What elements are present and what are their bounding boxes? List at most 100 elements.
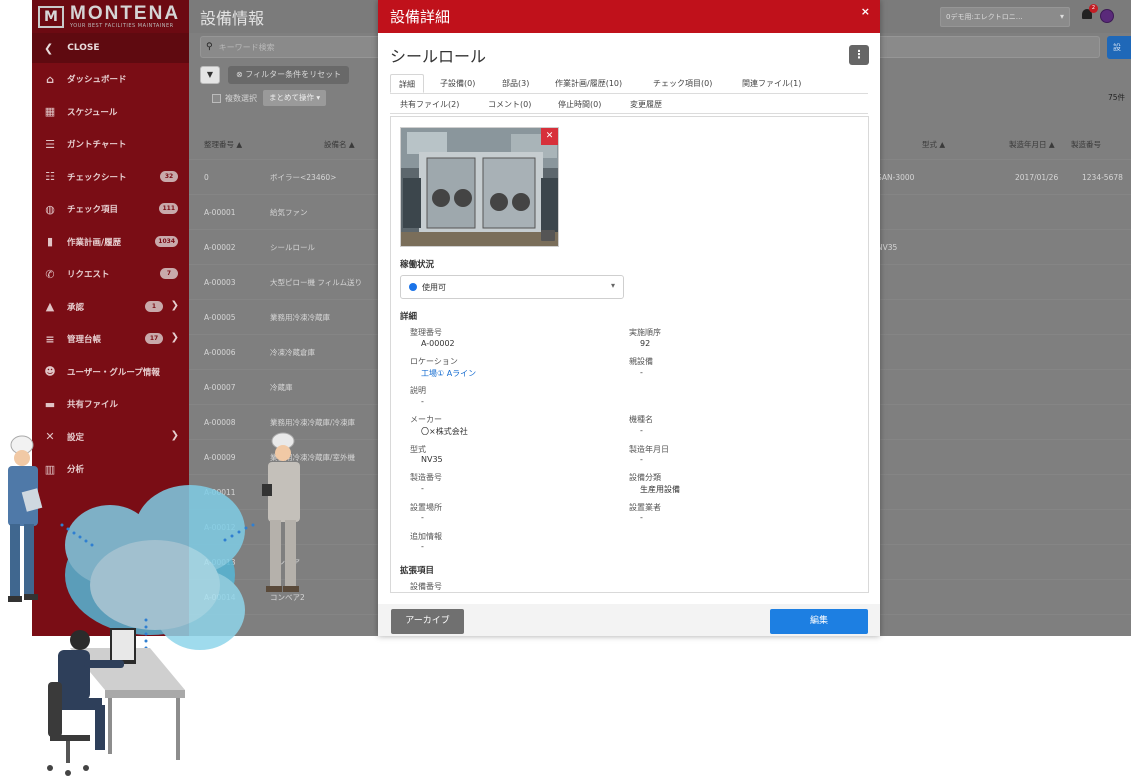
cell: A-00013 [204, 557, 236, 567]
nav-item-schedule[interactable]: ▦ スケジュール [32, 96, 189, 129]
cell: A-00009 [204, 452, 236, 462]
cell: A-00008 [204, 417, 236, 427]
nav-item-request[interactable]: ✆ リクエスト 7 [32, 258, 189, 291]
tab-related-files[interactable]: 関連ファイル(1) [742, 74, 801, 93]
chevron-left-icon: ❮ [44, 41, 54, 55]
nav-item-work-plan[interactable]: ▮ 作業計画/履歴 1034 [32, 226, 189, 259]
count-badge: 111 [159, 203, 178, 214]
calendar-icon: ▦ [44, 105, 56, 119]
chevron-right-icon: ❯ [170, 299, 179, 311]
field-label: 設置業者 [629, 503, 661, 512]
cell: A-00006 [204, 347, 236, 357]
tab-check-items[interactable]: チェック項目(0) [653, 74, 712, 93]
chevron-right-icon: ❯ [170, 332, 179, 343]
column-header[interactable]: 製造番号 [1071, 139, 1101, 150]
bulk-action-button[interactable]: まとめて操作 ▾ [263, 90, 327, 106]
nav-label: ユーザー・グループ情報 [67, 367, 160, 378]
demo-account-select[interactable]: 0デモ用:エレクトロニ… [940, 7, 1070, 27]
delete-photo-icon[interactable]: ✕ [541, 128, 558, 145]
nav-item-check-items[interactable]: ◍ チェック項目 111 [32, 193, 189, 226]
field-label: メーカー [410, 415, 442, 424]
count-badge: 32 [160, 170, 178, 182]
result-count: 75件 [1107, 93, 1125, 102]
count-badge: 1034 [155, 235, 178, 247]
cell: SAN-3000 [877, 172, 915, 182]
nav-label: 分析 [67, 465, 85, 476]
notification-bell-icon[interactable]: 2 [1082, 4, 1098, 22]
nav-label: ガントチャート [67, 140, 127, 151]
cell: A-00001 [204, 207, 236, 217]
tab-divider [390, 93, 868, 94]
reset-icon: ⊗ [236, 70, 246, 79]
multi-select-checkbox[interactable] [212, 93, 221, 103]
cell: コンベア2 [270, 592, 305, 602]
nav-label: スケジュール [67, 107, 118, 118]
cell: 2017/01/26 [1015, 172, 1059, 182]
cell: 給気ファン [270, 207, 308, 217]
nav-item-ledger[interactable]: ≡ 管理台帳 17 ❯ [32, 323, 189, 356]
brand-name: MONTENA [70, 3, 181, 24]
tab-downtime[interactable]: 停止時間(0) [558, 95, 601, 114]
field-value: 〇×株式会社 [421, 427, 468, 436]
equipment-photo[interactable] [400, 127, 559, 247]
field-value: - [640, 426, 643, 435]
archive-button[interactable]: アーカイブ [391, 609, 464, 634]
filter-icon[interactable]: ▼ [200, 65, 220, 84]
nav-item-users[interactable]: ☻ ユーザー・グループ情報 [32, 356, 189, 389]
field-value: - [421, 397, 424, 406]
tab-work-plan[interactable]: 作業計画/履歴(10) [555, 74, 622, 93]
nav-item-approval[interactable]: ▲ 承認 1 ❯ [32, 291, 189, 324]
tab-change-history[interactable]: 変更履歴 [630, 95, 662, 114]
search-button[interactable]: 設 [1107, 36, 1131, 59]
field-value: - [421, 513, 424, 522]
multi-select-label: 複数選択 [225, 93, 257, 103]
column-header[interactable]: 整理番号 ▲ [204, 139, 242, 150]
cell: 業務用冷凍冷蔵庫 [270, 312, 330, 322]
close-icon[interactable]: × [861, 5, 870, 18]
cell: コンベア [270, 557, 300, 567]
nav-item-checksheet[interactable]: ☷ チェックシート 32 [32, 161, 189, 194]
field-value: - [421, 542, 424, 551]
nav-item-analysis[interactable]: ▥ 分析 [32, 453, 189, 486]
field-label: 設置場所 [410, 503, 442, 512]
check-item-icon: ◍ [45, 202, 55, 216]
column-header[interactable]: 設備名 ▲ [324, 139, 355, 150]
field-label: 実施順序 [629, 328, 661, 337]
field-value: 92 [640, 339, 651, 348]
field-label: 説明 [410, 386, 426, 395]
reset-filter-button[interactable]: ⊗ フィルター条件をリセット [228, 65, 350, 84]
user-avatar-icon[interactable] [1100, 9, 1114, 23]
column-header[interactable]: 型式 ▲ [922, 139, 945, 150]
field-value: A-00002 [421, 339, 455, 348]
tab-shared-files[interactable]: 共有ファイル(2) [400, 95, 459, 114]
tab-comments[interactable]: コメント(0) [488, 95, 531, 114]
cell: A-00003 [204, 277, 236, 287]
checklist-icon: ☷ [45, 170, 55, 184]
field-value: 生産用設備 [640, 485, 680, 494]
cell: A-00007 [204, 382, 236, 392]
notification-badge: 2 [1089, 4, 1098, 13]
more-options-icon[interactable]: ⋮ [849, 45, 869, 65]
thumbs-up-icon: ▲ [45, 300, 55, 314]
nav-item-gantt[interactable]: ☰ ガントチャート [32, 128, 189, 161]
tab-details[interactable]: 詳細 [390, 74, 424, 93]
tab-child-equipment[interactable]: 子設備(0) [440, 74, 475, 93]
cell: 0 [204, 172, 209, 182]
status-select[interactable]: 使用可 ▾ [400, 275, 624, 299]
nav-item-shared-files[interactable]: ▬ 共有ファイル [32, 388, 189, 421]
sidebar-close-button[interactable]: ❮ CLOSE [32, 33, 189, 63]
search-icon: ⚲ [206, 42, 213, 52]
location-link[interactable]: 工場① Aライン [421, 368, 476, 379]
nav-item-settings[interactable]: ✕ 設定 ❯ [32, 421, 189, 454]
chevron-down-icon: ▾ [610, 281, 615, 290]
bar-chart-icon: ▥ [44, 462, 56, 476]
tab-parts[interactable]: 部品(3) [502, 74, 529, 93]
nav-item-dashboard[interactable]: ⌂ ダッシュボード [32, 63, 189, 96]
modal-title: 設備詳細 [390, 8, 451, 26]
details-panel: ✕ 稼働状況 使用可 ▾ 詳細 整理番号 A-00002 ロケーション 工場① … [390, 116, 869, 593]
cell: A-00011 [204, 487, 236, 497]
column-header[interactable]: 製造年月日 ▲ [1009, 139, 1055, 150]
edit-button[interactable]: 編集 [770, 609, 868, 634]
status-value: 使用可 [422, 282, 446, 292]
field-label: 親設備 [629, 357, 653, 366]
